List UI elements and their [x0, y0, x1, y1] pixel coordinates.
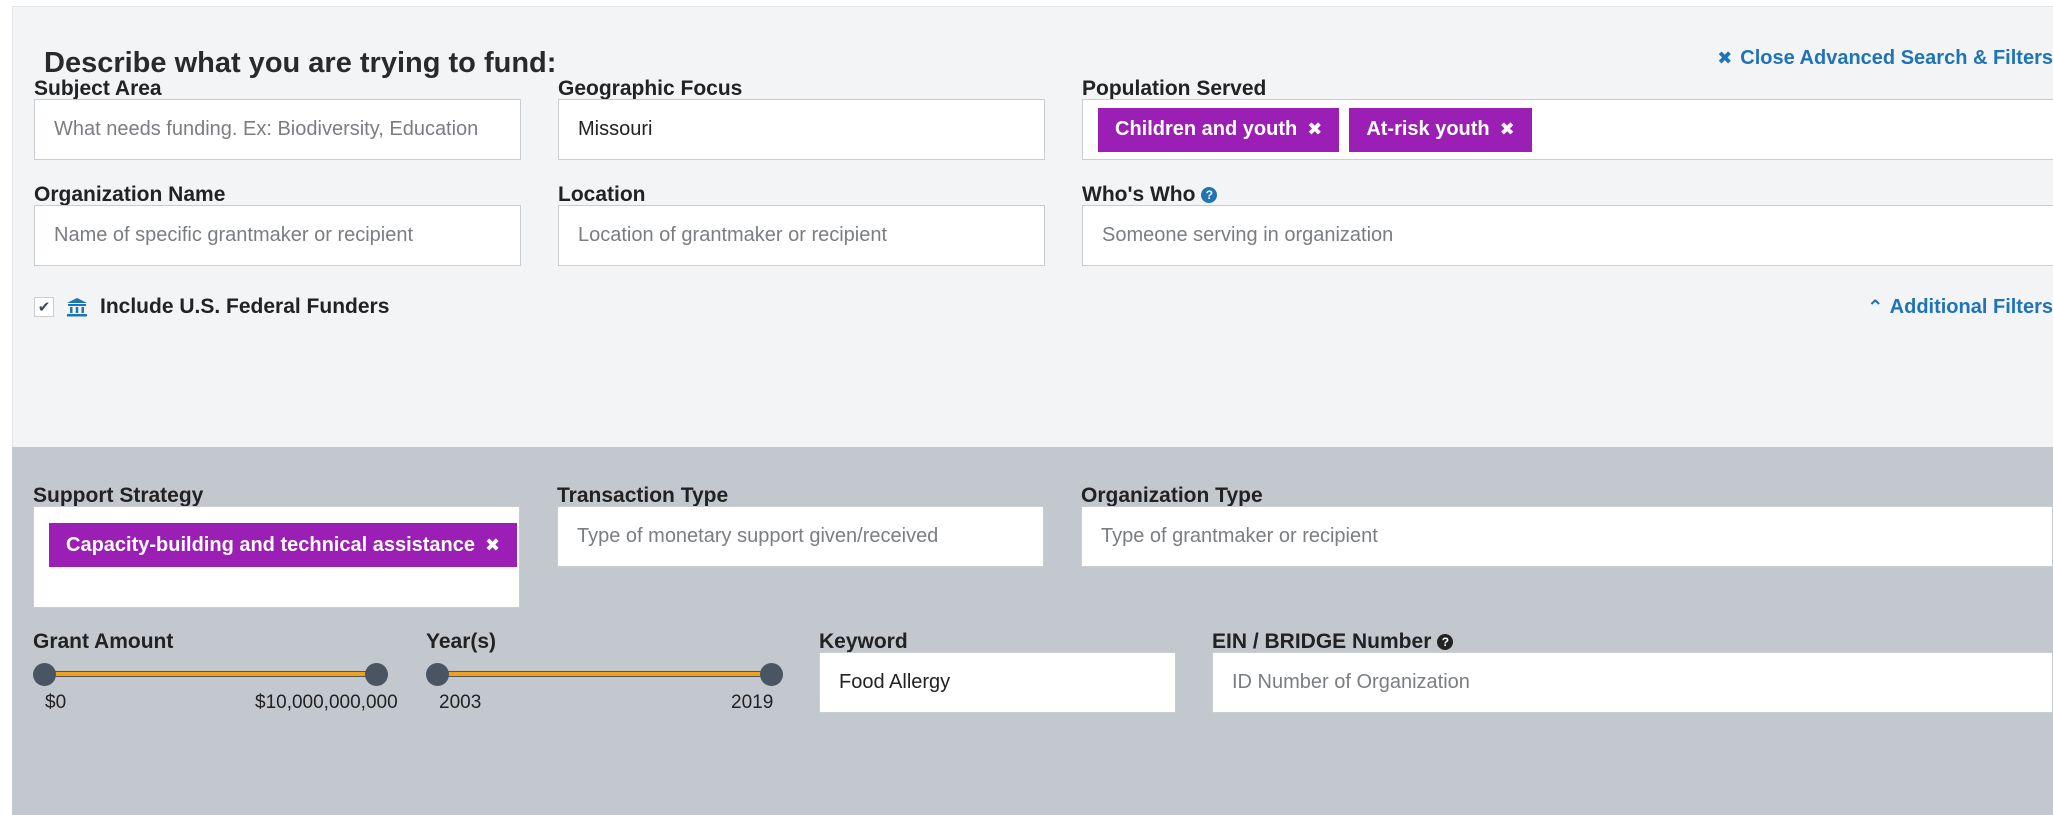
subject-area-input[interactable]: What needs funding. Ex: Biodiversity, Ed… — [34, 99, 521, 160]
grant-amount-max: $10,000,000,000 — [255, 692, 398, 713]
additional-filters-label: Additional Filters — [1889, 296, 2053, 318]
federal-funders-label: Include U.S. Federal Funders — [100, 295, 390, 318]
search-criteria-panel: Describe what you are trying to fund: ✖ … — [12, 6, 2053, 447]
keyword-input[interactable]: Food Allergy — [819, 652, 1176, 713]
bank-icon — [67, 298, 87, 317]
population-served-label: Population Served — [1082, 77, 1267, 100]
ein-label-text: EIN / BRIDGE Number — [1212, 630, 1432, 653]
organization-name-input[interactable]: Name of specific grantmaker or recipient — [34, 205, 521, 266]
organization-type-input[interactable]: Type of grantmaker or recipient — [1081, 506, 2053, 567]
geographic-focus-label: Geographic Focus — [558, 77, 743, 100]
remove-tag-icon[interactable]: ✖ — [1307, 119, 1322, 140]
tag-label: Children and youth — [1115, 118, 1298, 140]
close-advanced-search-label: Close Advanced Search & Filters — [1740, 47, 2053, 69]
remove-tag-icon[interactable]: ✖ — [1500, 119, 1515, 140]
additional-filters-panel: Support Strategy Capacity-building and t… — [12, 447, 2053, 815]
support-strategy-input[interactable]: Capacity-building and technical assistan… — [33, 506, 520, 608]
question-circle-icon[interactable]: ? — [1437, 634, 1454, 650]
additional-filters-link[interactable]: ⌃ Additional Filters — [1867, 295, 2053, 320]
subject-area-label: Subject Area — [34, 77, 162, 100]
tag-label: At-risk youth — [1366, 118, 1490, 140]
slider-track — [45, 671, 376, 677]
close-advanced-search-link[interactable]: ✖ Close Advanced Search & Filters — [1717, 47, 2053, 70]
slider-max-handle[interactable] — [365, 663, 388, 686]
organization-type-label: Organization Type — [1081, 484, 1263, 507]
transaction-type-label: Transaction Type — [557, 484, 729, 507]
whos-who-input[interactable]: Someone serving in organization — [1082, 205, 2053, 266]
organization-name-label: Organization Name — [34, 183, 226, 206]
tag-label: Capacity-building and technical assistan… — [66, 533, 476, 556]
federal-funders-checkbox[interactable]: ✔ — [34, 297, 54, 317]
population-tag-at-risk-youth[interactable]: At-risk youth ✖ — [1349, 107, 1532, 152]
ein-input[interactable]: ID Number of Organization — [1212, 652, 2053, 713]
slider-min-handle[interactable] — [33, 663, 56, 686]
location-label: Location — [558, 183, 646, 206]
advanced-search-panel: Describe what you are trying to fund: ✖ … — [12, 6, 2053, 815]
x-icon: ✖ — [1717, 48, 1733, 68]
whos-who-label-text: Who's Who — [1082, 183, 1196, 206]
population-tag-children-youth[interactable]: Children and youth ✖ — [1098, 107, 1340, 152]
keyword-label: Keyword — [819, 630, 908, 653]
whos-who-label: Who's Who ? — [1082, 183, 1218, 207]
slider-min-handle[interactable] — [426, 663, 449, 686]
grant-amount-min: $0 — [45, 692, 67, 713]
ein-label: EIN / BRIDGE Number ? — [1212, 630, 1454, 654]
grant-amount-slider[interactable] — [33, 661, 388, 691]
remove-tag-icon[interactable]: ✖ — [485, 535, 500, 556]
page-title: Describe what you are trying to fund: — [44, 47, 557, 79]
grant-amount-label: Grant Amount — [33, 630, 174, 653]
location-input[interactable]: Location of grantmaker or recipient — [558, 205, 1045, 266]
question-circle-icon[interactable]: ? — [1201, 187, 1218, 203]
geographic-focus-input[interactable]: Missouri — [558, 99, 1045, 160]
support-strategy-label: Support Strategy — [33, 484, 204, 507]
years-max: 2019 — [731, 692, 774, 713]
slider-track — [438, 671, 771, 677]
years-slider[interactable] — [426, 661, 783, 691]
support-strategy-tag[interactable]: Capacity-building and technical assistan… — [49, 523, 518, 567]
population-served-input[interactable]: Children and youth ✖ At-risk youth ✖ — [1082, 99, 2053, 160]
years-label: Year(s) — [426, 630, 497, 653]
years-min: 2003 — [439, 692, 482, 713]
transaction-type-input[interactable]: Type of monetary support given/received — [557, 506, 1044, 567]
chevron-up-icon: ⌃ — [1866, 297, 1884, 319]
federal-funders-toggle[interactable]: ✔ Include U.S. Federal Funders — [34, 295, 389, 319]
slider-max-handle[interactable] — [760, 663, 783, 686]
